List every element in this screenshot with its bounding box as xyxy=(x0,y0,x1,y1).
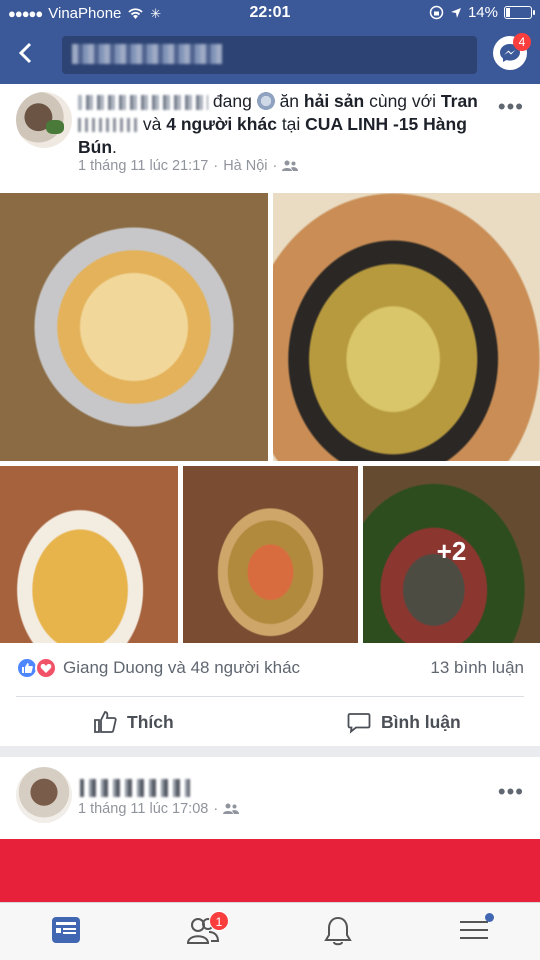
author-avatar[interactable] xyxy=(16,92,72,148)
redacted-author-name[interactable] xyxy=(80,779,190,797)
with-word: cùng với xyxy=(369,91,437,111)
photo-seafood-more[interactable]: +2 xyxy=(363,466,540,643)
news-feed-icon xyxy=(52,917,80,943)
like-button[interactable]: Thích xyxy=(93,710,174,734)
profile-title-field[interactable] xyxy=(62,36,477,74)
battery-icon xyxy=(504,6,535,19)
messenger-badge: 4 xyxy=(513,33,531,51)
meta-separator: · xyxy=(272,158,278,174)
battery-percent: 14% xyxy=(467,4,498,21)
photo-hotpot[interactable] xyxy=(183,466,358,643)
photo-clam-soup[interactable] xyxy=(273,193,540,461)
meta-separator: · xyxy=(213,158,219,174)
action-word: đang xyxy=(212,91,252,111)
bell-icon xyxy=(324,916,352,946)
thumbs-up-icon xyxy=(94,711,117,733)
comment-bubble-icon xyxy=(347,713,371,734)
friend-requests-badge: 1 xyxy=(209,911,229,931)
redacted-tagged-name xyxy=(78,118,138,133)
comment-button[interactable]: Bình luận xyxy=(347,710,461,734)
post-options-icon[interactable]: ••• xyxy=(498,779,524,805)
place-line-1: CUA LINH -15 xyxy=(305,114,419,134)
reaction-icons[interactable] xyxy=(16,657,60,679)
status-right: 14% xyxy=(429,4,535,21)
activity-label: hải sản xyxy=(303,91,365,111)
redacted-author-name[interactable] xyxy=(78,94,208,110)
and-word: và xyxy=(142,114,162,134)
tab-friend-requests[interactable]: 1 xyxy=(183,911,229,951)
back-chevron-icon[interactable] xyxy=(18,40,32,71)
post-header-text: đang ăn hải sản cùng với Tran và 4 người… xyxy=(78,90,498,159)
post-meta: 1 tháng 11 lúc 21:17 · Hà Nội · xyxy=(78,158,299,174)
more-photos-count: +2 xyxy=(436,536,467,566)
post-meta: 1 tháng 11 lúc 17:08 · xyxy=(78,801,240,817)
menu-update-dot xyxy=(485,913,494,922)
lock-rotation-icon xyxy=(429,5,444,20)
activity-emoji-icon xyxy=(256,92,275,110)
post-location: Hà Nội xyxy=(223,158,268,174)
action-verb: ăn xyxy=(279,91,300,111)
at-word: tại xyxy=(281,114,301,134)
reactions-bar: Giang Duong và 48 người khác 13 bình luậ… xyxy=(16,655,524,685)
comment-count[interactable]: 13 bình luận xyxy=(430,658,524,678)
photo-curry-plate[interactable] xyxy=(0,466,178,643)
like-label: Thích xyxy=(127,711,174,732)
post-image-banner[interactable] xyxy=(0,839,540,902)
love-reaction-icon xyxy=(35,657,57,679)
top-navigation-bar: ●●●●● VinaPhone ✳ 22:01 14% 4 xyxy=(0,0,540,84)
sentence-period: . xyxy=(112,137,117,157)
status-bar: ●●●●● VinaPhone ✳ 22:01 14% xyxy=(0,0,540,28)
header-nav: 4 xyxy=(0,30,540,80)
action-divider xyxy=(16,696,524,697)
redacted-profile-name xyxy=(72,44,222,64)
comment-label: Bình luận xyxy=(381,711,461,732)
location-arrow-icon xyxy=(450,7,461,18)
tab-menu[interactable] xyxy=(455,913,495,951)
friends-privacy-icon xyxy=(282,160,299,171)
feed-post: đang ăn hải sản cùng với Tran và 4 người… xyxy=(0,84,540,746)
battery-fill xyxy=(506,8,510,17)
friends-privacy-icon xyxy=(223,803,240,814)
post-date[interactable]: 1 tháng 11 lúc 21:17 xyxy=(78,158,208,174)
author-avatar[interactable] xyxy=(16,767,72,823)
tagged-person-link[interactable]: Tran xyxy=(441,91,478,111)
post-date[interactable]: 1 tháng 11 lúc 17:08 xyxy=(78,801,208,817)
tab-news-feed[interactable] xyxy=(47,913,87,951)
bottom-tab-bar: 1 xyxy=(0,902,540,960)
reaction-names[interactable]: Giang Duong và 48 người khác xyxy=(63,658,300,678)
others-link[interactable]: 4 người khác xyxy=(166,114,277,134)
photo-pizza[interactable] xyxy=(0,193,268,461)
meta-separator: · xyxy=(213,801,219,817)
tab-notifications[interactable] xyxy=(319,913,359,951)
post-actions: Thích Bình luận xyxy=(0,700,540,746)
next-feed-post: ••• 1 tháng 11 lúc 17:08 · xyxy=(0,757,540,902)
post-options-icon[interactable]: ••• xyxy=(498,94,524,120)
